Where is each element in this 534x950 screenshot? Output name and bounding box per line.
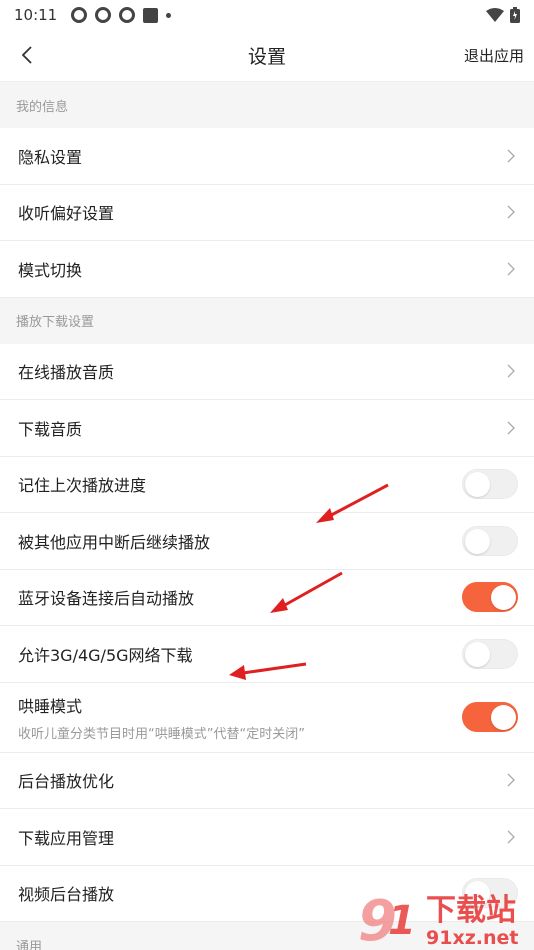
chevron-right-icon bbox=[504, 205, 518, 219]
privacy-settings-row[interactable]: 隐私设置 bbox=[0, 128, 534, 185]
row-label: 被其他应用中断后继续播放 bbox=[18, 532, 211, 552]
chevron-right-icon bbox=[504, 421, 518, 435]
sleep-mode-texts: 哄睡模式 收听儿童分类节目时用“哄睡模式”代替“定时关闭” bbox=[18, 693, 305, 742]
row-label: 视频后台播放 bbox=[18, 885, 115, 905]
page-title: 设置 bbox=[247, 46, 286, 68]
row-label: 下载应用管理 bbox=[18, 828, 115, 848]
status-notification-icons bbox=[71, 7, 172, 23]
listen-preference-row[interactable]: 收听偏好设置 bbox=[0, 184, 534, 241]
row-label: 隐私设置 bbox=[18, 147, 83, 167]
svg-text:1: 1 bbox=[388, 898, 416, 944]
app-notification-icon bbox=[143, 7, 159, 23]
wifi-icon bbox=[486, 8, 504, 22]
sleep-mode-toggle[interactable] bbox=[462, 702, 518, 732]
app-notification-icon bbox=[95, 7, 112, 23]
mobile-download-row: 允许3G/4G/5G网络下载 bbox=[0, 626, 534, 683]
row-label: 记住上次播放进度 bbox=[18, 476, 147, 496]
row-label: 下载音质 bbox=[18, 419, 83, 439]
mode-switch-row[interactable]: 模式切换 bbox=[0, 241, 534, 298]
download-app-mgmt-row[interactable]: 下载应用管理 bbox=[0, 809, 534, 866]
row-label: 模式切换 bbox=[18, 260, 83, 280]
online-quality-row[interactable]: 在线播放音质 bbox=[0, 343, 534, 400]
toggle-knob bbox=[465, 641, 490, 667]
svg-text:91xz.net: 91xz.net bbox=[426, 927, 518, 949]
download-quality-row[interactable]: 下载音质 bbox=[0, 400, 534, 457]
mobile-download-toggle[interactable] bbox=[462, 638, 518, 669]
row-label: 收听偏好设置 bbox=[18, 204, 115, 224]
exit-app-button[interactable]: 退出应用 bbox=[464, 45, 524, 66]
section-header-playback: 播放下载设置 bbox=[0, 297, 534, 344]
toggle-knob bbox=[465, 528, 490, 554]
back-button[interactable] bbox=[12, 40, 42, 70]
row-label: 哄睡模式 bbox=[18, 696, 83, 716]
status-time: 10:11 bbox=[14, 6, 58, 24]
row-label: 蓝牙设备连接后自动播放 bbox=[18, 589, 195, 609]
sleep-mode-row: 哄睡模式 收听儿童分类节目时用“哄睡模式”代替“定时关闭” bbox=[0, 682, 534, 753]
remember-progress-row: 记住上次播放进度 bbox=[0, 456, 534, 513]
toggle-knob bbox=[491, 705, 516, 730]
toggle-knob bbox=[465, 472, 490, 498]
bluetooth-autoplay-toggle[interactable] bbox=[462, 582, 518, 613]
battery-icon bbox=[510, 7, 520, 23]
app-header: 设置 退出应用 bbox=[0, 30, 534, 82]
row-label: 后台播放优化 bbox=[18, 772, 115, 792]
remember-progress-toggle[interactable] bbox=[462, 469, 518, 500]
row-label: 在线播放音质 bbox=[18, 363, 115, 383]
resume-after-interrupt-row: 被其他应用中断后继续播放 bbox=[0, 513, 534, 570]
chevron-right-icon bbox=[504, 773, 518, 787]
more-notifications-icon bbox=[166, 12, 172, 18]
back-arrow-icon bbox=[21, 46, 32, 64]
status-bar: 10:11 bbox=[0, 0, 534, 30]
chevron-right-icon bbox=[504, 830, 518, 844]
bluetooth-autoplay-row: 蓝牙设备连接后自动播放 bbox=[0, 569, 534, 626]
app-notification-icon bbox=[119, 7, 136, 23]
chevron-right-icon bbox=[504, 149, 518, 163]
app-notification-icon bbox=[71, 7, 88, 23]
svg-text:下载站: 下载站 bbox=[426, 893, 516, 928]
status-right bbox=[486, 7, 520, 23]
row-label: 允许3G/4G/5G网络下载 bbox=[18, 645, 193, 665]
chevron-right-icon bbox=[504, 262, 518, 276]
row-description: 收听儿童分类节目时用“哄睡模式”代替“定时关闭” bbox=[18, 726, 305, 742]
resume-after-interrupt-toggle[interactable] bbox=[462, 525, 518, 556]
section-header-my-info: 我的信息 bbox=[0, 82, 534, 128]
chevron-right-icon bbox=[504, 364, 518, 378]
site-watermark-logo: 9 1 下载站 91xz.net bbox=[358, 889, 518, 950]
bg-optimize-row[interactable]: 后台播放优化 bbox=[0, 752, 534, 809]
toggle-knob bbox=[491, 585, 516, 611]
